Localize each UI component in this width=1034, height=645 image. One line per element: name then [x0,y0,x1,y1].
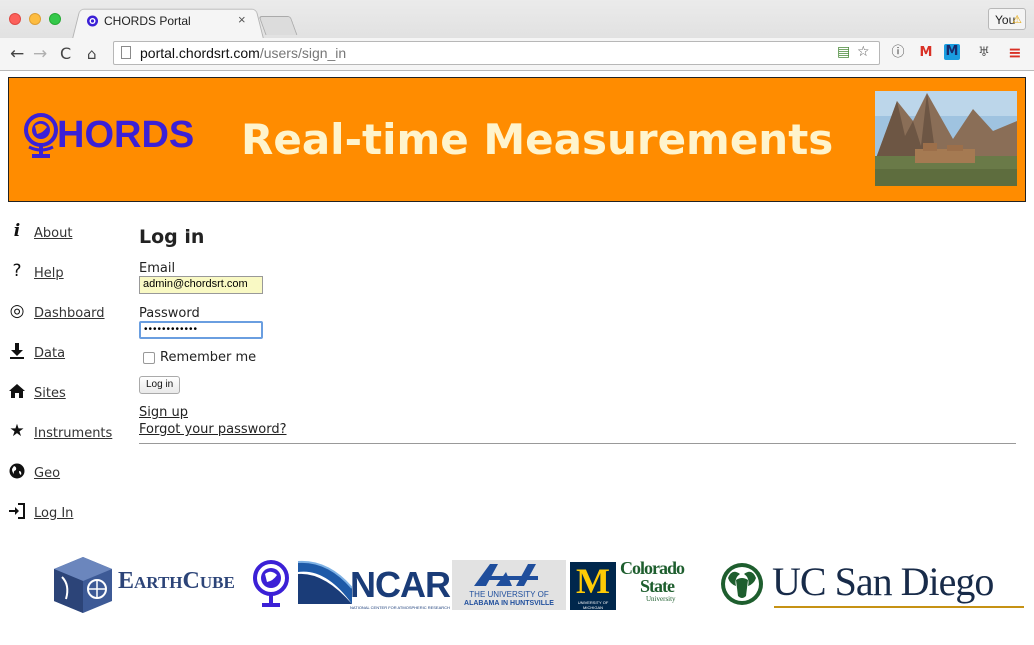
email-label: Email [139,261,176,276]
sidebar-item-label[interactable]: Help [34,266,64,281]
ucsd-logo-text: UC San Diego [772,559,994,604]
ucsd-underline [774,606,1024,608]
flatirons-photo [875,91,1017,186]
zoom-window-button[interactable] [49,13,61,25]
reader-icon[interactable]: ▤ [837,44,850,60]
sign-up-link[interactable]: Sign up [139,405,188,420]
chords-favicon-icon [87,15,98,27]
csu-logo: Colorado State University [620,558,715,610]
browser-tab[interactable]: CHORDS Portal × [72,6,264,40]
earthcube-cube-icon [54,557,112,613]
sidebar-item-about[interactable]: i About [8,222,128,244]
csu-line3: University [646,595,676,603]
close-window-button[interactable] [9,13,21,25]
browser-toolbar: ← → C ⌂ portal.chordsrt.com/users/sign_i… [0,38,1034,70]
warning-icon: ⚠ [1012,14,1022,26]
sidebar-item-data[interactable]: Data [8,342,128,364]
uah-mark-icon [474,564,538,586]
sidebar-item-login[interactable]: Log In [8,502,128,524]
site-banner: HORDS Real-time Measurements [8,77,1026,202]
sidebar-item-label[interactable]: Sites [34,386,66,401]
csu-line2: State [640,576,675,596]
extension-plug-icon[interactable]: ♅ [975,44,993,62]
uah-logo: THE UNIVERSITY OF ALABAMA IN HUNTSVILLE [452,560,566,610]
url-text: portal.chordsrt.com/users/sign_in [140,45,346,61]
umich-m-icon: M [576,561,610,601]
sidebar-item-help[interactable]: ? Help [8,262,128,284]
tab-close-icon[interactable]: × [238,12,246,27]
banner-tagline: Real-time Measurements [241,115,834,164]
extension-1password-icon[interactable]: ⓘ [889,44,907,62]
menu-icon[interactable]: ≡ [1006,44,1024,62]
reload-icon[interactable]: C [60,44,71,63]
bookmark-star-icon[interactable]: ☆ [857,44,870,60]
url-path: /users/sign_in [259,45,347,61]
sidebar-item-label[interactable]: Instruments [34,426,112,441]
sidebar-item-sites[interactable]: Sites [8,382,128,404]
chords-globe-logo-icon[interactable] [21,111,61,159]
sidebar-item-label[interactable]: Data [34,346,65,361]
browser-chrome: CHORDS Portal × You ⚠ ← → C ⌂ portal.cho… [0,0,1034,71]
extension-m-icon[interactable]: M [944,44,960,60]
address-bar[interactable]: portal.chordsrt.com/users/sign_in ▤ ☆ [113,41,880,65]
url-host: portal.chordsrt.com [140,45,260,61]
sidebar-item-label[interactable]: Geo [34,466,60,481]
email-field[interactable]: admin@chordsrt.com [139,276,263,294]
sidebar-item-geo[interactable]: Geo [8,462,128,484]
login-button[interactable]: Log in [139,376,181,394]
chords-logo-text[interactable]: HORDS [57,114,194,157]
remember-me-label[interactable]: Remember me [160,350,256,365]
ncar-subtitle: NATIONAL CENTER FOR ATMOSPHERIC RESEARCH [350,605,450,610]
umich-label: UNIVERSITY OF MICHIGAN [577,600,609,610]
sidebar-item-dashboard[interactable]: ◎ Dashboard [8,302,128,324]
sidebar-item-label[interactable]: Log In [34,506,73,521]
sidebar-item-instruments[interactable]: ★ Instruments [8,422,128,444]
uah-line1: THE UNIVERSITY OF [469,590,549,599]
profile-button[interactable]: You ⚠ [988,8,1026,30]
uah-line2: ALABAMA IN HUNTSVILLE [464,600,554,607]
page-icon [121,46,131,59]
minimize-window-button[interactable] [29,13,41,25]
forward-icon[interactable]: → [33,44,47,64]
home-icon[interactable]: ⌂ [87,45,97,63]
new-tab-button[interactable] [258,16,298,35]
info-icon: i [13,221,21,241]
password-label: Password [139,306,200,321]
partner-logos: EarthCube NCAR NATIONAL CENTER FOR ATMOS… [52,552,1027,618]
earthcube-logo-text: EarthCube [118,568,235,594]
ncar-swoosh-icon [298,560,352,604]
page-title: Log in [139,226,205,248]
target-icon: ◎ [9,301,25,321]
gmail-extension-icon[interactable]: M [917,44,935,62]
ncar-logo-text: NCAR [350,564,451,605]
sidebar-item-label[interactable]: Dashboard [34,306,105,321]
back-icon[interactable]: ← [10,44,24,64]
question-icon: ? [12,261,22,281]
chords-globe-icon [253,560,289,607]
tab-title: CHORDS Portal [104,14,191,28]
sidebar-item-label[interactable]: About [34,226,72,241]
divider [139,443,1016,444]
login-icon [9,503,25,519]
csu-ram-icon [721,563,763,605]
star-icon: ★ [9,421,25,441]
globe-icon [9,463,25,479]
home-icon [9,384,25,398]
umich-logo: M UNIVERSITY OF MICHIGAN [570,561,616,610]
password-field[interactable]: •••••••••••• [139,321,263,339]
remember-me-checkbox[interactable] [143,352,155,364]
download-icon [10,343,24,359]
forgot-password-link[interactable]: Forgot your password? [139,422,287,437]
